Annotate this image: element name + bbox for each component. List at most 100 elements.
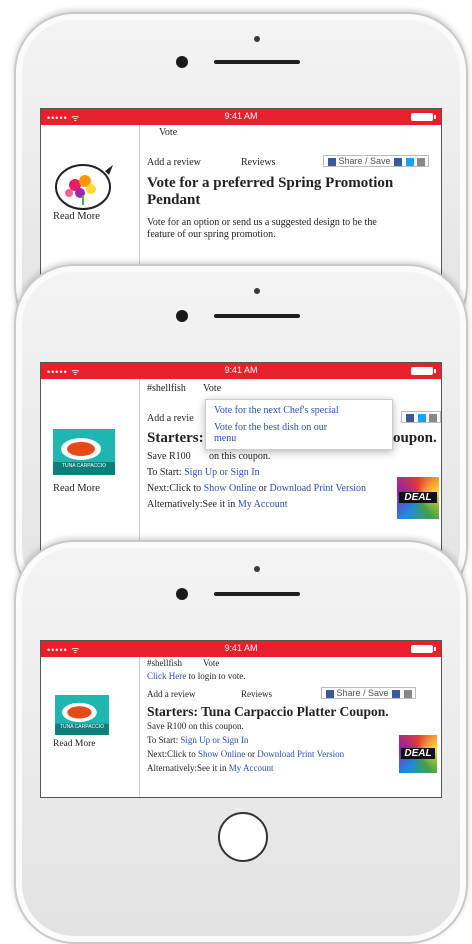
- battery-icon: [411, 113, 436, 121]
- share-icon: [326, 689, 334, 698]
- promo-title: Vote for a preferred Spring Promotion Pe…: [147, 175, 393, 209]
- vote-dropdown-menu: Vote for the next Chef's special Vote fo…: [205, 399, 393, 450]
- show-online-link[interactable]: Show Online: [198, 749, 245, 759]
- phone-frame-3: ••••• ᯤ 9:41 AM TUNA CARPACCIO Read More: [14, 540, 468, 944]
- share-save-button[interactable]: Share / Save: [323, 155, 430, 167]
- download-print-link[interactable]: Download Print Version: [270, 483, 366, 494]
- status-bar: ••••• ᯤ 9:41 AM: [41, 641, 441, 657]
- tab-vote[interactable]: Vote: [203, 383, 221, 394]
- next-text: Next:Click to: [147, 749, 196, 759]
- signup-link[interactable]: Sign Up or Sign In: [184, 467, 260, 478]
- share-save-button[interactable]: [401, 411, 441, 423]
- save-text: Save R100 on this coupon.: [147, 721, 244, 731]
- thumbnail-column: TUNA CARPACCIO Read More: [41, 657, 140, 797]
- coupon-title-left: Starters:: [147, 430, 204, 446]
- front-camera: [176, 310, 188, 322]
- add-review-link[interactable]: Add a review: [147, 689, 195, 699]
- sensor-dot: [254, 288, 260, 294]
- sensor-dot: [254, 566, 260, 572]
- dropdown-item-chef-special[interactable]: Vote for the next Chef's special: [214, 405, 384, 416]
- promo-description: Vote for an option or send us a suggeste…: [147, 217, 377, 241]
- dropdown-item-best-dish[interactable]: Vote for the best dish on our menu: [214, 422, 384, 444]
- show-online-link[interactable]: Show Online: [204, 483, 257, 494]
- more-share-icon: [403, 689, 412, 698]
- read-more-link[interactable]: Read More: [53, 483, 100, 494]
- to-start-line: To Start: Sign Up or Sign In: [147, 735, 248, 745]
- facebook-icon: [394, 157, 403, 166]
- coupon-row: TUNA CARPACCIO Read More #shellfish Vote…: [41, 379, 441, 559]
- my-account-link[interactable]: My Account: [238, 499, 288, 510]
- front-camera: [176, 588, 188, 600]
- home-button[interactable]: [218, 812, 268, 862]
- signup-link[interactable]: Sign Up or Sign In: [180, 735, 248, 745]
- read-more-link[interactable]: Read More: [53, 739, 95, 749]
- deal-badge: DEAL: [399, 735, 437, 773]
- status-time: 9:41 AM: [224, 365, 258, 375]
- promo-title-line2: Pendant: [147, 192, 201, 208]
- share-save-button[interactable]: Share / Save: [321, 687, 416, 699]
- battery-icon: [411, 367, 436, 375]
- promo-description-line1: Vote for an option or send us a suggeste…: [147, 217, 377, 228]
- deal-label: DEAL: [399, 492, 437, 503]
- promo-description-line2: feature of our spring promotion.: [147, 229, 276, 240]
- share-icon: [328, 157, 336, 166]
- sensor-dot: [254, 36, 260, 42]
- alternatively-text: Alternatively:See it in: [147, 499, 236, 510]
- add-review-link[interactable]: Add a revie: [147, 413, 194, 424]
- reviews-link[interactable]: Reviews: [241, 157, 275, 168]
- tag-shellfish[interactable]: #shellfish: [147, 383, 186, 394]
- add-review-link[interactable]: Add a review: [147, 157, 201, 168]
- thumb-caption: TUNA CARPACCIO: [59, 724, 105, 730]
- earpiece-speaker: [214, 314, 300, 318]
- tuna-thumbnail[interactable]: TUNA CARPACCIO: [53, 429, 115, 475]
- twitter-icon: [405, 157, 414, 166]
- reviews-link[interactable]: Reviews: [241, 689, 272, 699]
- click-here-link[interactable]: Click Here: [147, 671, 186, 681]
- battery-icon: [411, 645, 436, 653]
- to-start-text: To Start:: [147, 735, 179, 745]
- save-text: Save R100: [147, 451, 191, 462]
- coupon-title-right: oupon.: [393, 430, 437, 446]
- earpiece-speaker: [214, 592, 300, 596]
- save-text-tail: on this coupon.: [209, 451, 271, 462]
- thumbnail-column: TUNA CARPACCIO Read More: [41, 379, 140, 559]
- more-share-icon: [417, 157, 426, 166]
- tab-vote[interactable]: Vote: [159, 127, 177, 138]
- next-line: Next:Click to Show Online or Download Pr…: [147, 483, 366, 494]
- status-time: 9:41 AM: [224, 111, 258, 121]
- to-start-text: To Start:: [147, 467, 182, 478]
- status-bar: ••••• ᯤ 9:41 AM: [41, 109, 441, 125]
- status-bar: ••••• ᯤ 9:41 AM: [41, 363, 441, 379]
- next-line: Next:Click to Show Online or Download Pr…: [147, 749, 344, 759]
- next-text: Next:Click to: [147, 483, 202, 494]
- share-label: Share / Save: [338, 156, 391, 166]
- or-text: or: [247, 749, 256, 759]
- download-print-link[interactable]: Download Print Version: [257, 749, 344, 759]
- coupon-row: TUNA CARPACCIO Read More #shellfish Vote…: [41, 657, 441, 797]
- thumb-caption: TUNA CARPACCIO: [61, 463, 107, 469]
- tuna-thumbnail[interactable]: TUNA CARPACCIO: [53, 695, 111, 735]
- alternatively-line: Alternatively:See it in My Account: [147, 499, 288, 510]
- share-label: Share / Save: [336, 688, 389, 698]
- twitter-icon: [417, 413, 426, 422]
- pendant-thumbnail[interactable]: [53, 157, 115, 210]
- facebook-icon: [406, 413, 414, 422]
- deal-label: DEAL: [401, 748, 435, 759]
- tag-shellfish[interactable]: #shellfish: [147, 658, 182, 668]
- or-text: or: [258, 483, 268, 494]
- to-start-label: To Start: Sign Up or Sign In: [147, 467, 260, 478]
- deal-badge: DEAL: [397, 477, 439, 519]
- alternatively-text: Alternatively:See it in: [147, 763, 227, 773]
- alternatively-line: Alternatively:See it in My Account: [147, 763, 273, 773]
- dropdown-item-best-dish-line2: menu: [214, 433, 237, 444]
- more-share-icon: [429, 413, 438, 422]
- my-account-link[interactable]: My Account: [229, 763, 274, 773]
- login-prompt: Click Here to login to vote.: [147, 671, 245, 681]
- promo-title-line1: Vote for a preferred Spring Promotion: [147, 175, 394, 191]
- facebook-icon: [392, 689, 401, 698]
- tab-vote[interactable]: Vote: [203, 658, 219, 668]
- read-more-link[interactable]: Read More: [53, 211, 100, 222]
- earpiece-speaker: [214, 60, 300, 64]
- phone-screen-3: ••••• ᯤ 9:41 AM TUNA CARPACCIO Read More: [40, 640, 442, 798]
- dropdown-item-best-dish-line1: Vote for the best dish on our: [214, 422, 328, 433]
